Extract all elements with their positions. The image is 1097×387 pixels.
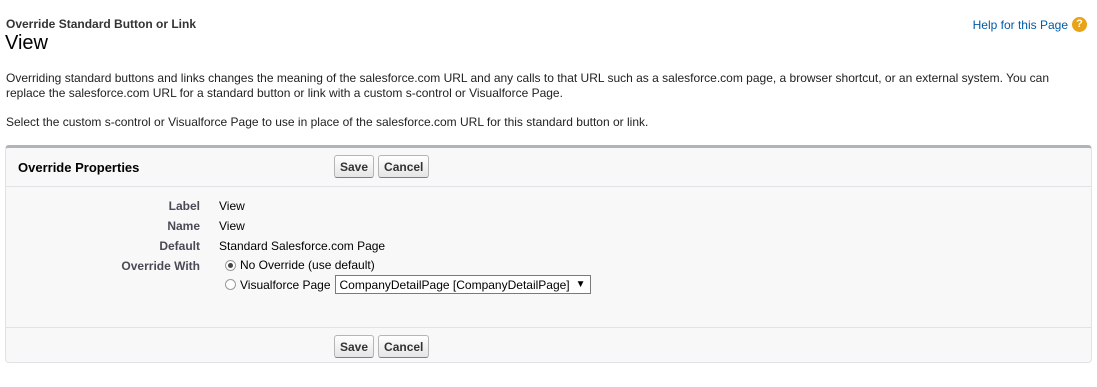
question-circle-icon[interactable]: ?	[1072, 17, 1087, 32]
description-paragraph: Overriding standard buttons and links ch…	[6, 71, 1050, 100]
name-field-value: View	[219, 219, 245, 233]
page-title: View	[5, 32, 48, 54]
default-field-label: Default	[159, 239, 200, 253]
instruction-paragraph: Select the custom s-control or Visualfor…	[6, 115, 649, 129]
cancel-button-bottom[interactable]: Cancel	[378, 335, 430, 358]
bottom-button-group: Save Cancel	[334, 335, 430, 358]
override-with-label: Override With	[121, 259, 200, 273]
help-link[interactable]: Help for this Page	[973, 18, 1068, 32]
top-button-group: Save Cancel	[334, 155, 430, 178]
cancel-button-top[interactable]: Cancel	[378, 155, 430, 178]
label-field-label: Label	[168, 199, 200, 213]
save-button-bottom[interactable]: Save	[334, 335, 375, 358]
visualforce-page-select-value: CompanyDetailPage [CompanyDetailPage]	[339, 277, 570, 292]
visualforce-option: Visualforce Page CompanyDetailPage [Comp…	[225, 275, 591, 294]
panel-footer-divider	[6, 327, 1091, 328]
visualforce-page-select[interactable]: CompanyDetailPage [CompanyDetailPage] ▼	[334, 275, 591, 294]
no-override-radio[interactable]	[225, 259, 236, 271]
label-field-value: View	[219, 199, 245, 213]
visualforce-radio[interactable]	[225, 279, 236, 290]
no-override-label: No Override (use default)	[240, 258, 375, 272]
visualforce-label: Visualforce Page	[240, 277, 331, 292]
no-override-option: No Override (use default)	[225, 258, 375, 272]
override-properties-panel: Override Properties Save Cancel Label Vi…	[5, 145, 1092, 363]
panel-title: Override Properties	[18, 160, 140, 175]
panel-header: Override Properties Save Cancel	[6, 148, 1091, 187]
help-section: Help for this Page ?	[973, 17, 1087, 32]
default-field-value: Standard Salesforce.com Page	[219, 239, 386, 253]
page-subtitle: Override Standard Button or Link	[6, 17, 197, 31]
name-field-label: Name	[167, 219, 200, 233]
chevron-down-icon: ▼	[575, 279, 586, 290]
save-button-top[interactable]: Save	[334, 155, 375, 178]
